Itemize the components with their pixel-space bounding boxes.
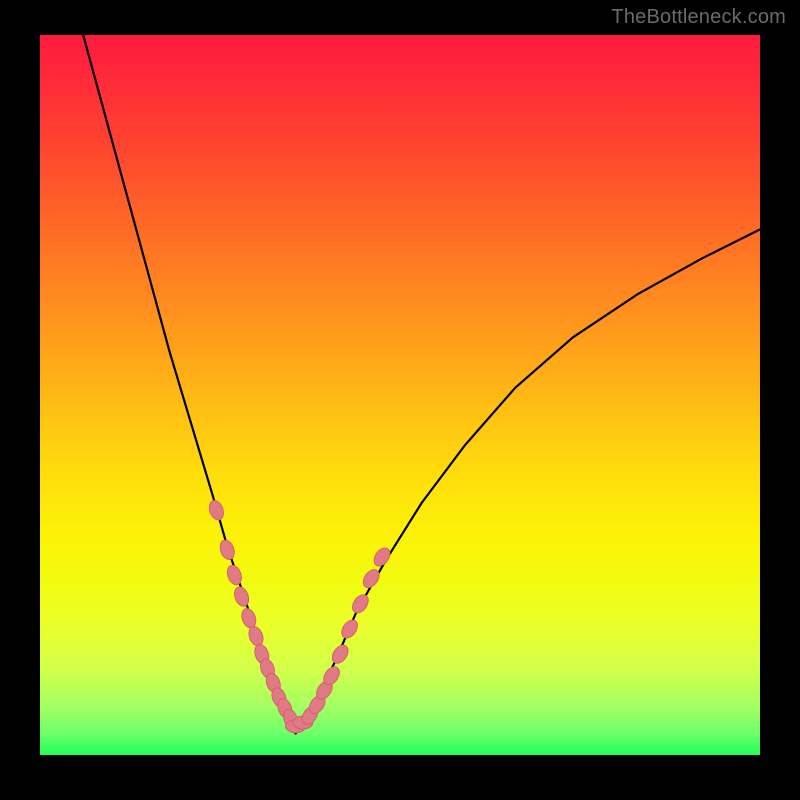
plot-area (40, 35, 760, 755)
data-marker (339, 617, 361, 641)
watermark-text: TheBottleneck.com (611, 6, 786, 29)
data-marker (207, 499, 226, 522)
data-marker (329, 642, 351, 666)
data-marker (218, 538, 237, 561)
data-marker (225, 563, 244, 586)
data-marker (232, 585, 251, 608)
data-marker (349, 592, 371, 616)
chart-container: TheBottleneck.com (0, 0, 800, 800)
data-marker (371, 545, 393, 569)
curve-right-branch (296, 229, 760, 733)
curve-layer (40, 35, 760, 755)
curve-left-branch (83, 35, 295, 733)
